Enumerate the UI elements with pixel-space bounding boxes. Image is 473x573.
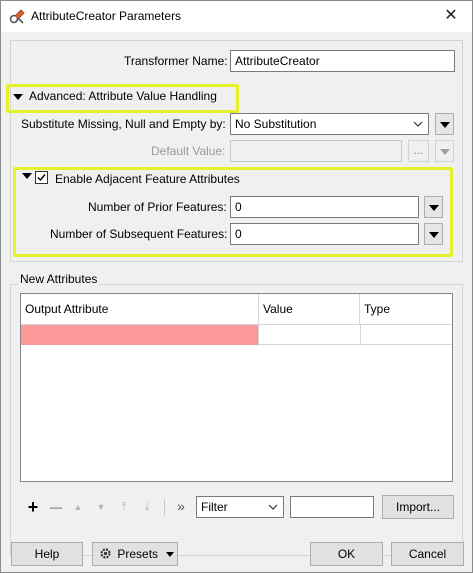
transformer-name-input[interactable]: AttributeCreator xyxy=(230,50,455,72)
presets-label: Presets xyxy=(117,547,159,561)
toolbar-divider xyxy=(164,499,165,515)
subsequent-features-input[interactable]: 0 xyxy=(230,223,419,245)
presets-gear-icon xyxy=(99,545,112,567)
collapse-arrow-icon[interactable] xyxy=(22,173,32,179)
transformer-name-label: Transformer Name: xyxy=(124,54,228,68)
title-bar: AttributeCreator Parameters ✕ xyxy=(1,1,472,32)
transformer-icon xyxy=(9,9,25,25)
more-tools-icon[interactable]: » xyxy=(174,498,188,514)
enable-adjacent-label: Enable Adjacent Feature Attributes xyxy=(55,172,240,186)
chevron-down-icon xyxy=(268,501,278,511)
dialog-client: Transformer Name: AttributeCreator Advan… xyxy=(1,32,472,572)
type-cell[interactable] xyxy=(360,325,452,345)
advanced-section-label[interactable]: Advanced: Attribute Value Handling xyxy=(29,89,217,103)
ok-button[interactable]: OK xyxy=(310,542,383,566)
column-header-type[interactable]: Type xyxy=(360,294,452,325)
dropdown-arrow-icon xyxy=(440,149,450,155)
substitute-select-value: No Substitution xyxy=(235,117,317,131)
output-attribute-cell[interactable] xyxy=(21,325,258,345)
presets-dropdown-icon xyxy=(166,552,174,557)
dropdown-arrow-icon xyxy=(440,122,450,128)
move-up-icon[interactable]: ▲ xyxy=(71,499,85,515)
filter-select[interactable]: Filter xyxy=(196,496,284,518)
attributes-table[interactable]: Output Attribute Value Type xyxy=(20,293,453,482)
substitute-label: Substitute Missing, Null and Empty by: xyxy=(21,117,226,131)
column-header-output-attribute[interactable]: Output Attribute xyxy=(21,294,259,325)
prior-features-menu-button[interactable] xyxy=(424,196,443,218)
column-header-value[interactable]: Value xyxy=(259,294,360,325)
value-cell[interactable] xyxy=(258,325,360,345)
move-down-icon[interactable]: ▼ xyxy=(94,499,108,515)
move-to-top-icon[interactable]: ⤒ xyxy=(117,499,131,515)
import-button[interactable]: Import... xyxy=(382,495,454,519)
enable-adjacent-checkbox[interactable] xyxy=(35,171,48,184)
substitute-menu-button[interactable] xyxy=(435,113,454,135)
prior-features-input[interactable]: 0 xyxy=(230,196,419,218)
remove-row-icon[interactable]: — xyxy=(48,499,64,515)
subsequent-features-menu-button[interactable] xyxy=(424,223,443,245)
add-row-icon[interactable]: + xyxy=(25,498,41,516)
subsequent-features-label: Number of Subsequent Features: xyxy=(50,227,228,241)
collapse-arrow-icon[interactable] xyxy=(13,94,23,100)
dropdown-arrow-icon xyxy=(429,232,439,238)
default-value-menu-button[interactable] xyxy=(435,140,454,162)
new-attributes-label: New Attributes xyxy=(18,272,100,286)
prior-features-label: Number of Prior Features: xyxy=(88,200,227,214)
dropdown-arrow-icon xyxy=(429,205,439,211)
move-to-bottom-icon[interactable]: ⤓ xyxy=(140,499,154,515)
substitute-select[interactable]: No Substitution xyxy=(230,113,429,135)
window-title: AttributeCreator Parameters xyxy=(31,9,182,23)
default-value-ellipsis-button[interactable]: ... xyxy=(408,140,429,162)
dialog-window: AttributeCreator Parameters ✕ Transforme… xyxy=(0,0,473,573)
close-icon[interactable]: ✕ xyxy=(439,5,463,27)
chevron-down-icon xyxy=(413,118,423,128)
filter-text-input[interactable] xyxy=(290,496,374,518)
default-value-input[interactable] xyxy=(230,140,402,162)
cancel-button[interactable]: Cancel xyxy=(391,542,464,566)
filter-select-value: Filter xyxy=(201,500,228,514)
help-button[interactable]: Help xyxy=(11,542,83,566)
presets-button[interactable]: Presets xyxy=(92,542,178,566)
default-value-label: Default Value: xyxy=(151,144,226,158)
